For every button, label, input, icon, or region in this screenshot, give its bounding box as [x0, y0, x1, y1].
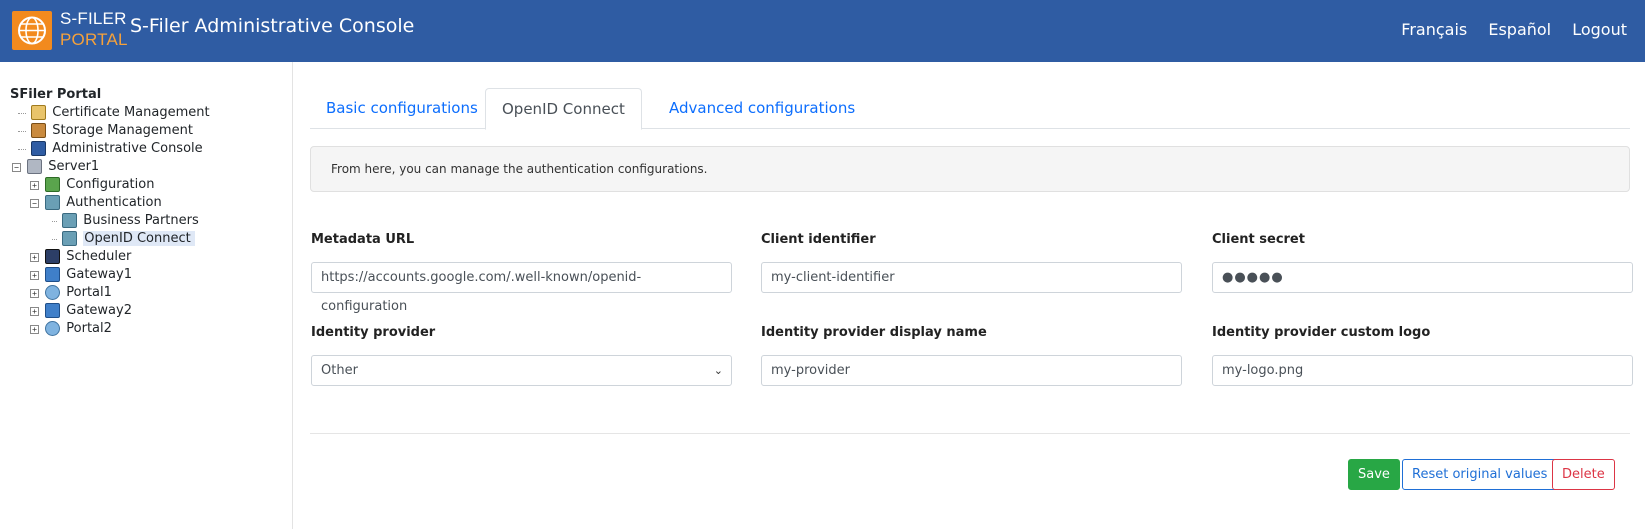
metadata-url-input[interactable]: https://accounts.google.com/.well-known/… [311, 262, 732, 314]
tree-item-portal1[interactable]: + Portal1 [10, 284, 210, 302]
tree-item-label: Configuration [66, 177, 155, 192]
collapse-toggle-icon[interactable]: − [30, 198, 39, 208]
chevron-down-icon: ⌄ [713, 364, 723, 377]
header-links: Français Español Logout [1385, 20, 1627, 39]
tree-item-openid-connect[interactable]: OpenID Connect [10, 230, 210, 248]
users-icon [62, 230, 78, 246]
console-gear-icon [31, 140, 47, 156]
tree-connector [52, 220, 57, 222]
tree-item-label: Administrative Console [52, 141, 203, 156]
expand-toggle-icon[interactable]: + [30, 324, 39, 334]
server-icon [27, 158, 43, 174]
top-header: S-FILER PORTAL S-Filer Administrative Co… [0, 0, 1645, 62]
portal-globe-icon [45, 284, 61, 300]
tree-item-label: Portal1 [66, 285, 112, 300]
tree-connector [18, 148, 26, 150]
tree-item-gateway1[interactable]: + Gateway1 [10, 266, 210, 284]
expand-toggle-icon[interactable]: + [30, 252, 39, 262]
delete-button[interactable]: Delete [1552, 459, 1615, 490]
tree-item-label: Gateway1 [66, 267, 132, 282]
tree-item-portal2[interactable]: + Portal2 [10, 320, 210, 338]
tree-item-business-partners[interactable]: Business Partners [10, 212, 210, 230]
tab-basic-configurations[interactable]: Basic configurations [310, 88, 494, 129]
client-secret-label: Client secret [1212, 232, 1305, 247]
tab-bar: Basic configurations OpenID Connect Adva… [310, 88, 1630, 130]
idp-display-name-label: Identity provider display name [761, 325, 987, 340]
globe-logo-icon [12, 11, 52, 50]
certificate-icon [31, 104, 47, 120]
configuration-checklist-icon [45, 176, 61, 192]
metadata-url-label: Metadata URL [311, 232, 415, 247]
tree-connector [52, 238, 57, 240]
clock-icon [45, 248, 61, 264]
tree-connector [18, 130, 26, 132]
tab-advanced-configurations[interactable]: Advanced configurations [653, 88, 871, 129]
idp-custom-logo-field: Identity provider custom logo my-logo.pn… [1212, 325, 1633, 386]
client-secret-input[interactable]: ●●●●● [1212, 262, 1633, 293]
tree-connector [18, 112, 26, 114]
idp-custom-logo-label: Identity provider custom logo [1212, 325, 1431, 340]
tree-item-administrative-console[interactable]: Administrative Console [10, 140, 210, 158]
tree-item-label: Portal2 [66, 321, 112, 336]
navigation-tree: SFiler Portal Certificate Management Sto… [10, 86, 210, 338]
tree-root-label[interactable]: SFiler Portal [10, 86, 210, 104]
identity-provider-field: Identity provider Other ⌄ [311, 325, 732, 386]
tree-item-storage-management[interactable]: Storage Management [10, 122, 210, 140]
client-secret-field: Client secret ●●●●● [1212, 232, 1633, 293]
tree-item-label: Scheduler [66, 249, 132, 264]
idp-display-name-field: Identity provider display name my-provid… [761, 325, 1182, 386]
idp-custom-logo-input[interactable]: my-logo.png [1212, 355, 1633, 386]
tree-item-configuration[interactable]: + Configuration [10, 176, 210, 194]
tree-item-certificate-management[interactable]: Certificate Management [10, 104, 210, 122]
users-icon [62, 212, 78, 228]
info-message: From here, you can manage the authentica… [310, 146, 1630, 192]
tree-item-label: Business Partners [83, 213, 199, 228]
tree-item-label: Certificate Management [52, 105, 210, 120]
tree-item-gateway2[interactable]: + Gateway2 [10, 302, 210, 320]
language-spanish-link[interactable]: Español [1488, 20, 1551, 39]
client-identifier-field: Client identifier my-client-identifier [761, 232, 1182, 293]
sidebar-tree-panel: SFiler Portal Certificate Management Sto… [0, 62, 293, 529]
language-french-link[interactable]: Français [1401, 20, 1467, 39]
gateway-network-icon [45, 302, 61, 318]
portal-globe-icon [45, 320, 61, 336]
tree-item-authentication[interactable]: − Authentication [10, 194, 210, 212]
expand-toggle-icon[interactable]: + [30, 288, 39, 298]
expand-toggle-icon[interactable]: + [30, 180, 39, 190]
tree-item-label: OpenID Connect [83, 231, 195, 246]
collapse-toggle-icon[interactable]: − [12, 162, 21, 172]
storage-box-icon [31, 122, 47, 138]
app-title: S-Filer Administrative Console [130, 15, 415, 37]
reset-original-values-button[interactable]: Reset original values [1402, 459, 1558, 490]
save-button[interactable]: Save [1348, 459, 1400, 490]
gateway-network-icon [45, 266, 61, 282]
tree-item-server1[interactable]: − Server1 [10, 158, 210, 176]
tree-item-label: Authentication [66, 195, 162, 210]
expand-toggle-icon[interactable]: + [30, 306, 39, 316]
expand-toggle-icon[interactable]: + [30, 270, 39, 280]
users-icon [45, 194, 61, 210]
identity-provider-select[interactable]: Other ⌄ [311, 355, 732, 386]
identity-provider-selected-value: Other [321, 363, 358, 378]
form-divider [310, 433, 1630, 434]
client-identifier-input[interactable]: my-client-identifier [761, 262, 1182, 293]
logo-line-1: S-FILER [60, 9, 127, 28]
idp-display-name-input[interactable]: my-provider [761, 355, 1182, 386]
logout-link[interactable]: Logout [1572, 20, 1627, 39]
identity-provider-label: Identity provider [311, 325, 436, 340]
logo-text: S-FILER PORTAL [60, 10, 128, 48]
client-identifier-label: Client identifier [761, 232, 876, 247]
tree-item-label: Storage Management [52, 123, 193, 138]
tree-item-scheduler[interactable]: + Scheduler [10, 248, 210, 266]
metadata-url-field: Metadata URL https://accounts.google.com… [311, 232, 732, 314]
tab-openid-connect[interactable]: OpenID Connect [485, 88, 642, 130]
tree-item-label: Gateway2 [66, 303, 132, 318]
tree-item-label: Server1 [48, 159, 100, 174]
logo-line-2: PORTAL [60, 30, 128, 49]
